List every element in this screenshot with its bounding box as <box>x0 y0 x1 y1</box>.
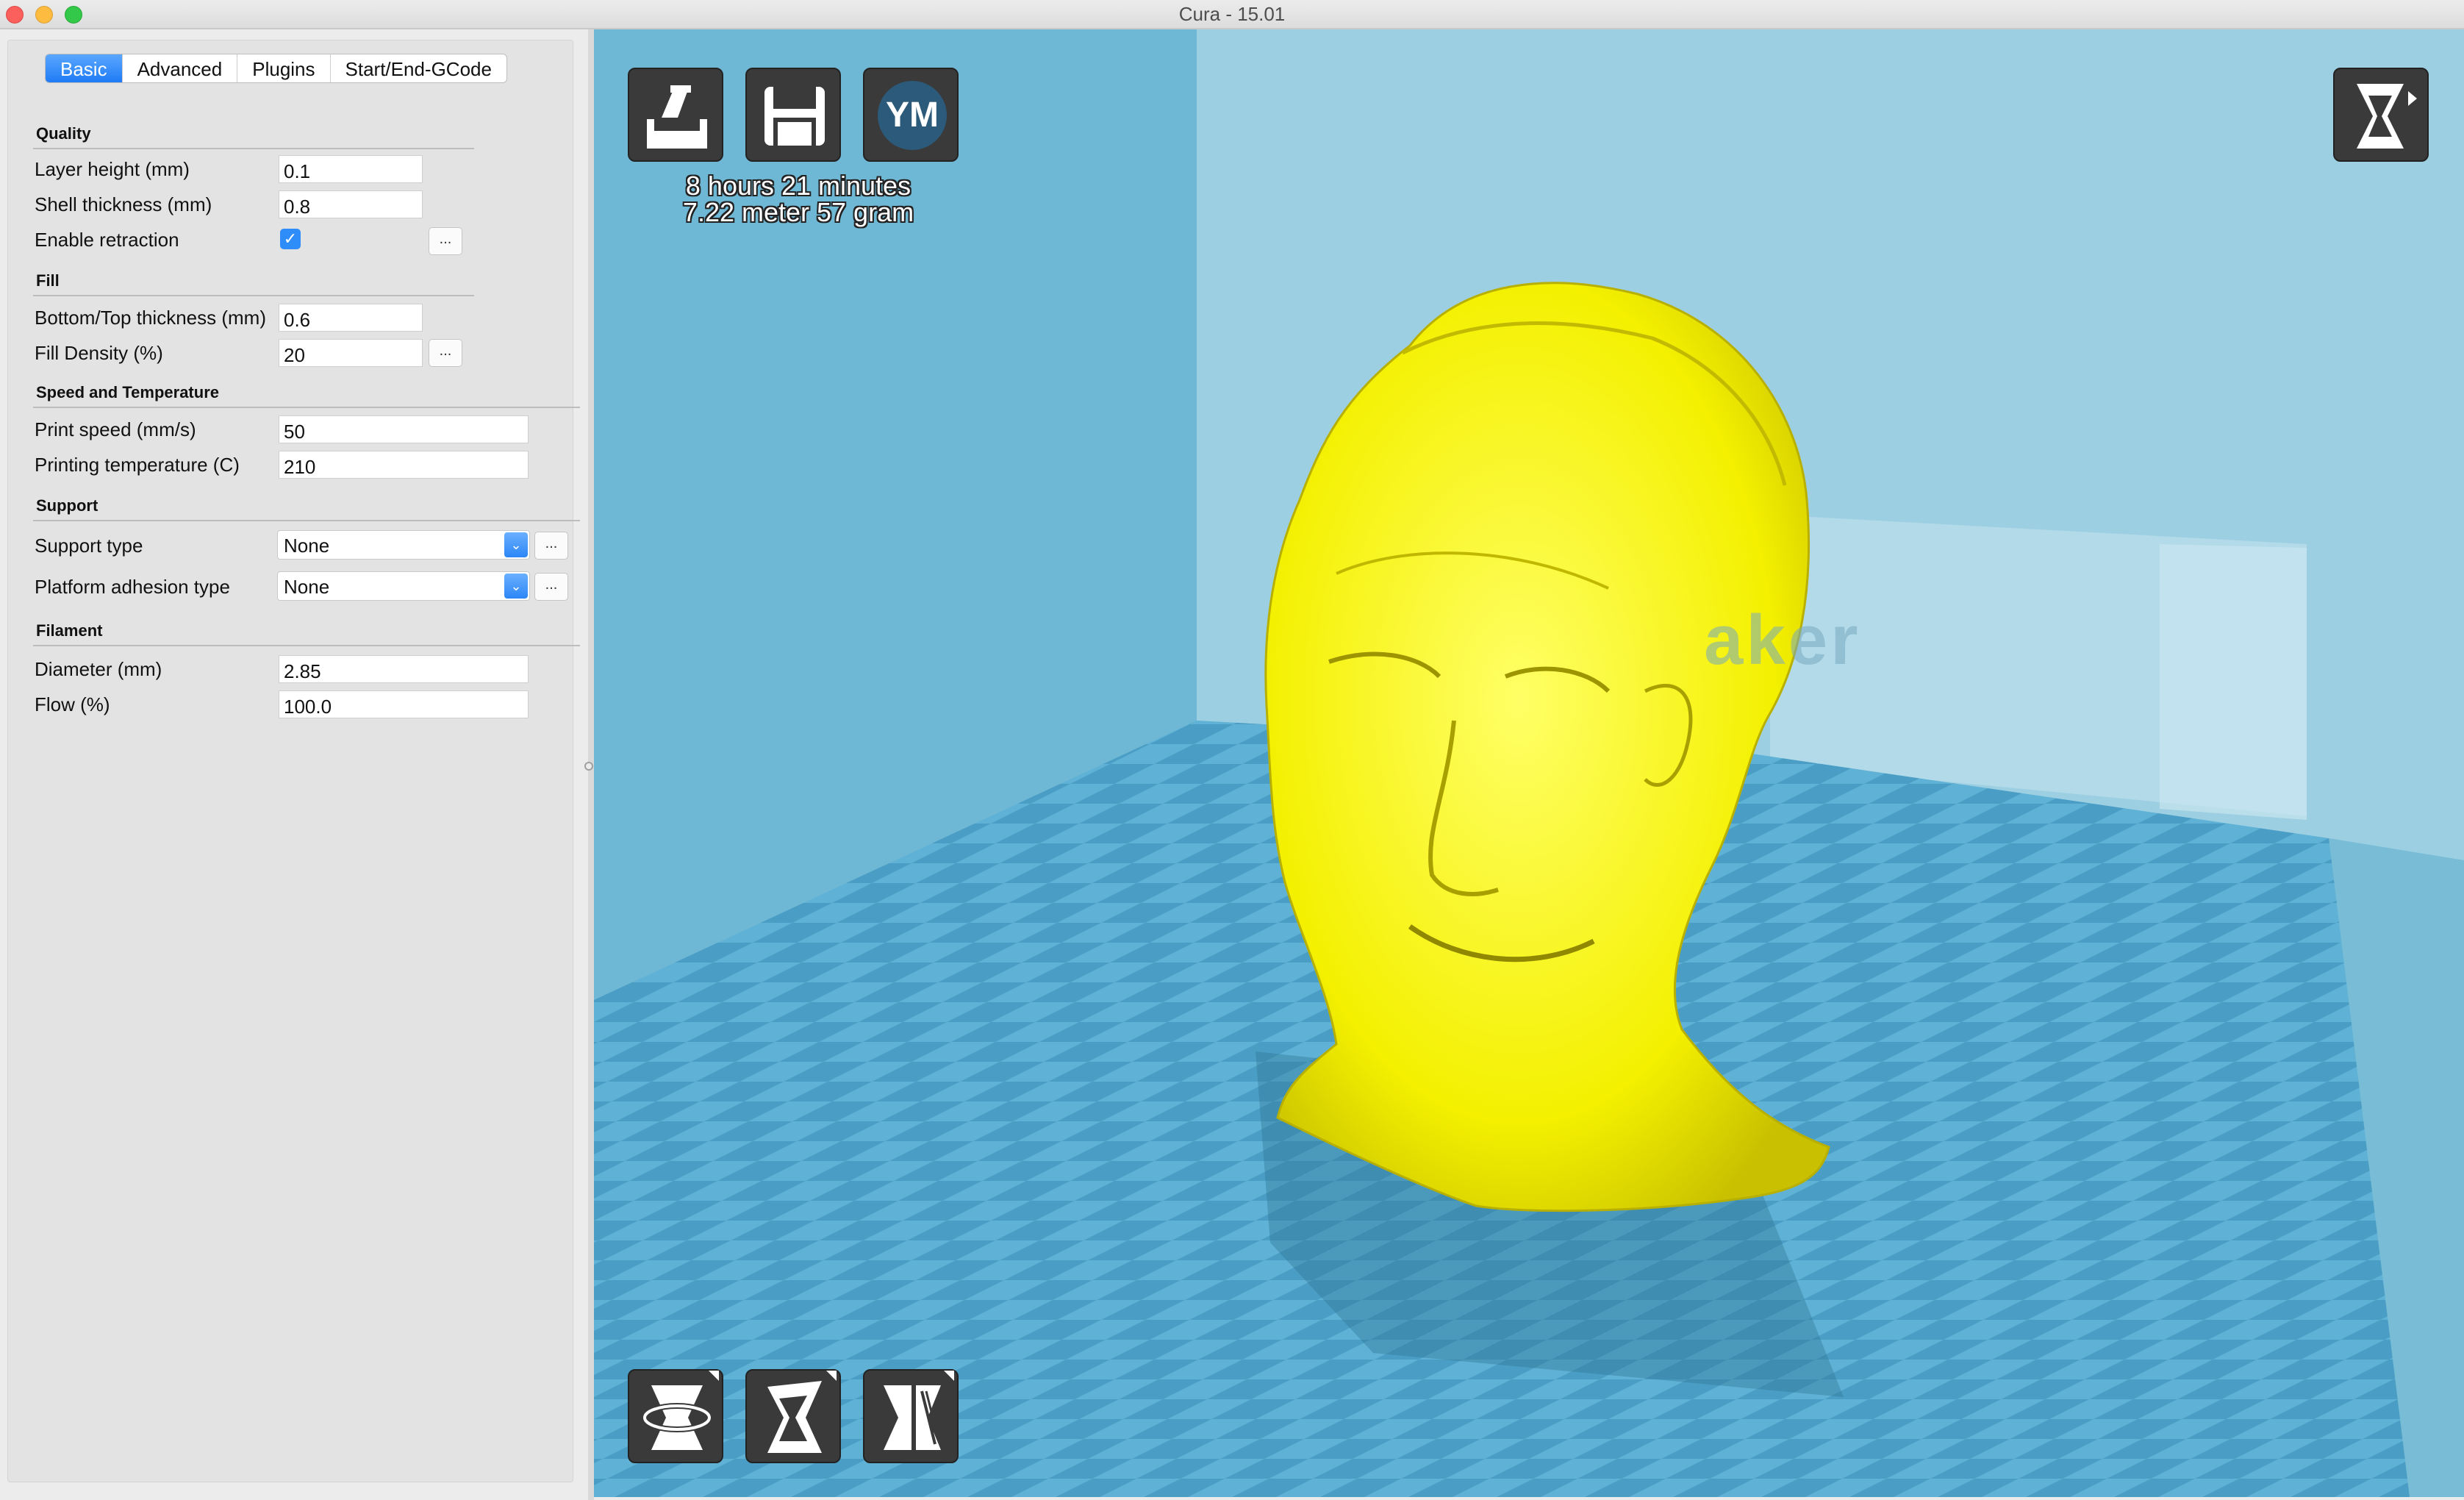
mirror-tool-button[interactable] <box>863 1369 959 1463</box>
section-title-support: Support <box>36 496 99 515</box>
support-type-label: Support type <box>35 535 143 557</box>
tab-advanced[interactable]: Advanced <box>123 54 238 82</box>
print-time-text: 8 hours 21 minutes <box>685 171 912 201</box>
retraction-more-button[interactable]: ... <box>429 227 462 255</box>
print-speed-label: Print speed (mm/s) <box>35 418 196 440</box>
adhesion-more-button[interactable]: ... <box>534 573 568 601</box>
print-speed-input[interactable]: 50 <box>279 415 529 443</box>
fill-density-input[interactable]: 20 <box>279 339 423 367</box>
tab-basic[interactable]: Basic <box>46 54 123 82</box>
scale-tool-button[interactable] <box>745 1369 841 1463</box>
tab-plugins[interactable]: Plugins <box>237 54 331 82</box>
printer-brand-text: aker <box>1704 601 1861 679</box>
tab-start-end-gcode[interactable]: Start/End-GCode <box>331 54 506 82</box>
diameter-input[interactable]: 2.85 <box>279 655 529 683</box>
splitter-handle[interactable] <box>584 762 593 771</box>
cura-window: Cura - 15.01 Basic Advanced Plugins Star… <box>0 0 2464 1500</box>
diameter-label: Diameter (mm) <box>35 658 162 680</box>
section-title-fill: Fill <box>36 271 60 290</box>
printing-temperature-input[interactable]: 210 <box>279 451 529 479</box>
save-gcode-button[interactable] <box>745 68 841 162</box>
printing-temperature-label: Printing temperature (C) <box>35 454 240 476</box>
build-volume-scene <box>594 29 2464 1497</box>
print-material-text: 7.22 meter 57 gram <box>682 197 914 227</box>
flow-input[interactable]: 100.0 <box>279 690 529 718</box>
support-type-select[interactable]: None ⌄ <box>277 530 530 560</box>
flow-label: Flow (%) <box>35 693 110 715</box>
platform-adhesion-label: Platform adhesion type <box>35 576 230 598</box>
load-model-button[interactable] <box>628 68 723 162</box>
layer-height-label: Layer height (mm) <box>35 158 190 180</box>
3d-viewport[interactable]: aker YM 8 hours 21 minutes 7.22 meter 57… <box>594 29 2464 1497</box>
support-more-button[interactable]: ... <box>534 532 568 560</box>
fill-density-label: Fill Density (%) <box>35 342 163 364</box>
section-divider <box>33 645 580 646</box>
chevron-down-icon: ⌄ <box>504 532 528 557</box>
rotate-icon <box>642 1371 719 1450</box>
settings-tabs: Basic Advanced Plugins Start/End-GCode <box>45 54 507 83</box>
section-title-filament: Filament <box>36 621 103 640</box>
settings-panel-body: Basic Advanced Plugins Start/End-GCode Q… <box>7 40 580 1482</box>
title-bar: Cura - 15.01 <box>0 0 2464 29</box>
window-title: Cura - 15.01 <box>1178 3 1286 25</box>
view-mode-icon <box>2357 84 2417 149</box>
save-icon <box>764 87 825 146</box>
view-mode-button[interactable] <box>2333 68 2429 162</box>
scale-icon <box>767 1371 837 1453</box>
section-divider <box>33 295 474 296</box>
mirror-icon <box>884 1371 954 1450</box>
layer-height-input[interactable]: 0.1 <box>279 155 423 183</box>
section-title-quality: Quality <box>36 124 91 143</box>
platform-adhesion-value: None <box>284 576 330 598</box>
bottom-top-thickness-label: Bottom/Top thickness (mm) <box>35 307 266 329</box>
bottom-top-thickness-input[interactable]: 0.6 <box>279 304 423 332</box>
settings-panel: Basic Advanced Plugins Start/End-GCode Q… <box>0 29 588 1500</box>
section-divider <box>33 407 580 408</box>
fill-density-more-button[interactable]: ... <box>429 339 462 367</box>
load-icon <box>647 85 707 149</box>
back-panel-light <box>2160 544 2307 820</box>
support-type-value: None <box>284 535 330 557</box>
enable-retraction-checkbox[interactable]: ✓ <box>280 229 301 249</box>
section-divider <box>33 520 580 521</box>
section-divider <box>33 148 474 149</box>
enable-retraction-label: Enable retraction <box>35 229 179 251</box>
youmagine-icon: YM <box>878 81 947 150</box>
youmagine-button[interactable]: YM <box>863 68 959 162</box>
shell-thickness-label: Shell thickness (mm) <box>35 193 212 215</box>
platform-adhesion-select[interactable]: None ⌄ <box>277 571 530 601</box>
shell-thickness-input[interactable]: 0.8 <box>279 190 423 218</box>
section-title-speed: Speed and Temperature <box>36 383 219 401</box>
chevron-down-icon: ⌄ <box>504 574 528 599</box>
rotate-tool-button[interactable] <box>628 1369 723 1463</box>
